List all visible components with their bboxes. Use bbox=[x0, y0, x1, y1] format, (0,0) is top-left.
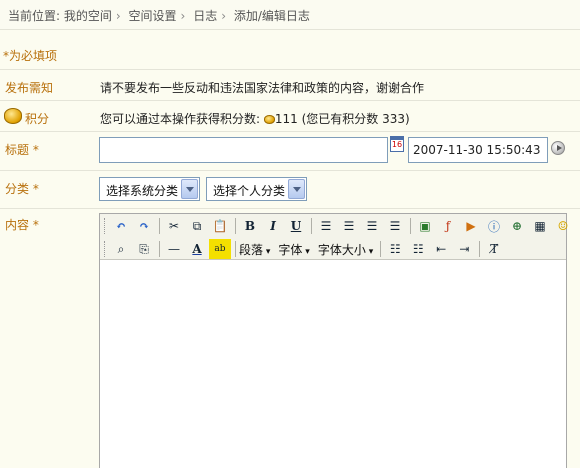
paragraph-dropdown[interactable]: 段落 bbox=[239, 241, 270, 258]
table-icon[interactable]: ▦ bbox=[529, 216, 551, 236]
personal-category-value: 选择个人分类 bbox=[213, 184, 286, 198]
coins-icon bbox=[4, 108, 22, 124]
bold-button[interactable]: B bbox=[239, 216, 261, 236]
chevron-down-icon[interactable] bbox=[288, 179, 305, 199]
smiley-icon[interactable]: ☺ bbox=[552, 216, 574, 236]
breadcrumb-my-space[interactable]: 我的空间 bbox=[64, 9, 112, 23]
editor-content-area[interactable] bbox=[100, 260, 566, 468]
image-icon[interactable]: ▣ bbox=[414, 216, 436, 236]
notice-label: 发布需知 bbox=[5, 81, 54, 95]
system-category-select[interactable]: 选择系统分类 bbox=[99, 177, 200, 201]
breadcrumb-current: 添加/编辑日志 bbox=[233, 9, 310, 23]
category-row: 分类 * 选择系统分类 选择个人分类 bbox=[0, 171, 580, 209]
redo-icon[interactable]: ↷ bbox=[133, 216, 155, 236]
outdent-icon[interactable]: ⇤ bbox=[430, 239, 452, 259]
indent-icon[interactable]: ⇥ bbox=[453, 239, 475, 259]
document-icon[interactable]: 🗎 bbox=[575, 216, 580, 236]
media-icon[interactable]: ▶ bbox=[460, 216, 482, 236]
title-row: 标题 * 16 2007-11-30 15:50:43 bbox=[0, 132, 580, 171]
rich-text-editor[interactable]: ↶ ↷ ✂ ⧉ 📋 B I U ☰ ☰ ☰ ☰ ▣ ƒ ▶ ⓘ ⊕ ▦ ☺ 🗎 bbox=[99, 213, 568, 468]
align-justify-icon[interactable]: ☰ bbox=[384, 216, 406, 236]
points-total: (您已有积分数 333) bbox=[301, 112, 410, 126]
editor-toolbar: ↶ ↷ ✂ ⧉ 📋 B I U ☰ ☰ ☰ ☰ ▣ ƒ ▶ ⓘ ⊕ ▦ ☺ 🗎 bbox=[100, 214, 568, 260]
date-input[interactable]: 2007-11-30 15:50:43 bbox=[408, 137, 548, 163]
notice-row: 发布需知 请不要发布一些反动和违法国家法律和政策的内容，谢谢合作 bbox=[0, 70, 580, 101]
paste-icon[interactable]: 📋 bbox=[209, 216, 231, 236]
remove-format-icon[interactable]: T̸ bbox=[483, 239, 505, 259]
search-icon[interactable]: ⌕ bbox=[110, 239, 132, 259]
content-label: 内容 * bbox=[5, 218, 39, 232]
points-row: 积分 您可以通过本操作获得积分数: 111 (您已有积分数 333) bbox=[0, 101, 580, 132]
breadcrumb: 当前位置: 我的空间 › 空间设置 › 日志 › 添加/编辑日志 bbox=[0, 0, 580, 30]
ordered-list-icon[interactable]: ☷ bbox=[384, 239, 406, 259]
points-label: 积分 bbox=[25, 112, 50, 126]
system-category-value: 选择系统分类 bbox=[106, 184, 179, 198]
underline-button[interactable]: U bbox=[285, 216, 307, 236]
toolbar-grip bbox=[104, 218, 107, 234]
align-center-icon[interactable]: ☰ bbox=[338, 216, 360, 236]
personal-category-select[interactable]: 选择个人分类 bbox=[206, 177, 307, 201]
points-prefix: 您可以通过本操作获得积分数: bbox=[100, 112, 261, 126]
calendar-icon[interactable]: 16 bbox=[390, 136, 404, 152]
chevron-down-icon[interactable] bbox=[181, 179, 198, 199]
cut-icon[interactable]: ✂ bbox=[163, 216, 185, 236]
font-size-dropdown[interactable]: 字体大小 bbox=[318, 241, 373, 258]
font-color-icon[interactable]: A bbox=[186, 239, 208, 259]
unordered-list-icon[interactable]: ☷ bbox=[407, 239, 429, 259]
align-right-icon[interactable]: ☰ bbox=[361, 216, 383, 236]
points-gain: 111 bbox=[274, 112, 298, 126]
title-input[interactable] bbox=[99, 137, 388, 163]
play-icon[interactable] bbox=[551, 141, 565, 155]
notice-text: 请不要发布一些反动和违法国家法律和政策的内容，谢谢合作 bbox=[100, 81, 425, 95]
category-label: 分类 * bbox=[5, 182, 39, 196]
horizontal-rule-icon[interactable]: — bbox=[163, 239, 185, 259]
coin-icon bbox=[263, 115, 275, 124]
breadcrumb-space-settings[interactable]: 空间设置 bbox=[129, 9, 177, 23]
toolbar-row-2: ⌕ ⎘ — A ab 段落 字体 字体大小 ☷ ☷ ⇤ ⇥ T̸ bbox=[104, 238, 506, 260]
find-replace-icon[interactable]: ⎘ bbox=[133, 239, 155, 259]
italic-button[interactable]: I bbox=[262, 216, 284, 236]
font-dropdown[interactable]: 字体 bbox=[278, 241, 309, 258]
copy-icon[interactable]: ⧉ bbox=[186, 216, 208, 236]
highlight-icon[interactable]: ab bbox=[209, 239, 231, 259]
points-text: 您可以通过本操作获得积分数: 111 (您已有积分数 333) bbox=[100, 110, 410, 127]
link-icon[interactable]: ⊕ bbox=[506, 216, 528, 236]
breadcrumb-prefix: 当前位置: bbox=[8, 9, 61, 23]
required-note: *为必填项 bbox=[3, 49, 58, 63]
align-left-icon[interactable]: ☰ bbox=[315, 216, 337, 236]
breadcrumb-blog[interactable]: 日志 bbox=[193, 9, 217, 23]
toolbar-grip bbox=[104, 241, 107, 257]
toolbar-row-1: ↶ ↷ ✂ ⧉ 📋 B I U ☰ ☰ ☰ ☰ ▣ ƒ ▶ ⓘ ⊕ ▦ ☺ 🗎 bbox=[104, 215, 580, 237]
info-icon[interactable]: ⓘ bbox=[483, 216, 505, 236]
flash-icon[interactable]: ƒ bbox=[437, 216, 459, 236]
title-label: 标题 * bbox=[5, 143, 39, 157]
undo-icon[interactable]: ↶ bbox=[110, 216, 132, 236]
